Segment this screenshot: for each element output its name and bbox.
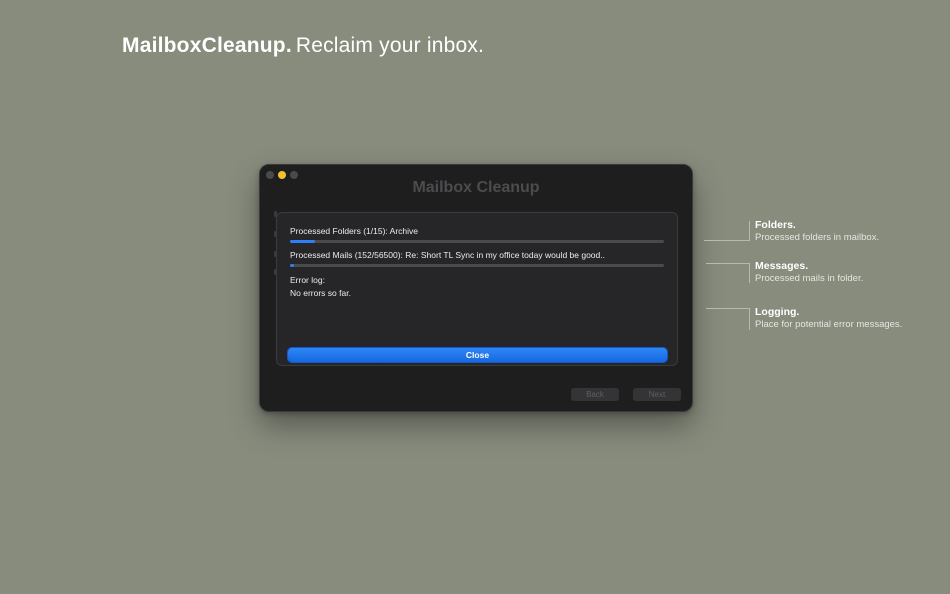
marketing-headline: MailboxCleanup. Reclaim your inbox.	[122, 34, 484, 58]
folders-progress-label: Processed Folders (1/15): Archive	[290, 226, 419, 236]
minimize-window-button[interactable]	[278, 171, 286, 179]
window-title: Mailbox Cleanup	[412, 179, 540, 196]
mails-progress-bar	[290, 264, 664, 267]
callout-connector	[706, 308, 749, 309]
callout-messages: Messages. Processed mails in folder.	[755, 260, 863, 284]
callout-connector	[749, 263, 750, 283]
callout-folders: Folders. Processed folders in mailbox.	[755, 219, 879, 243]
callout-title: Logging.	[755, 306, 800, 318]
error-log-label: Error log:	[290, 275, 325, 285]
callout-connector	[706, 263, 749, 264]
mails-progress-label: Processed Mails (152/56500): Re: Short T…	[290, 250, 605, 260]
callout-description: Processed folders in mailbox.	[755, 232, 880, 243]
callout-title: Folders.	[755, 219, 796, 231]
folders-progress-fill	[290, 240, 315, 243]
callout-title: Messages.	[755, 260, 809, 272]
callout-description: Processed mails in folder.	[755, 273, 864, 284]
progress-sheet: Processed Folders (1/15): Archive Proces…	[276, 212, 678, 366]
app-window: Mailbox Cleanup Processed Folders (1/15)…	[259, 164, 693, 412]
tagline: Reclaim your inbox.	[295, 34, 485, 57]
close-button[interactable]: Close	[288, 348, 667, 362]
close-window-button[interactable]	[266, 171, 274, 179]
error-log-text: No errors so far.	[290, 288, 351, 298]
next-button[interactable]: Next	[633, 388, 681, 401]
callout-connector	[749, 308, 750, 330]
callout-logging: Logging. Place for potential error messa…	[755, 306, 902, 330]
back-button[interactable]: Back	[571, 388, 619, 401]
brand-name: MailboxCleanup.	[122, 34, 292, 57]
callout-connector	[749, 221, 750, 241]
callout-description: Place for potential error messages.	[755, 319, 903, 330]
mails-progress-fill	[290, 264, 295, 267]
folders-progress-bar	[290, 240, 664, 243]
callout-connector	[704, 240, 749, 241]
zoom-window-button[interactable]	[290, 171, 298, 179]
